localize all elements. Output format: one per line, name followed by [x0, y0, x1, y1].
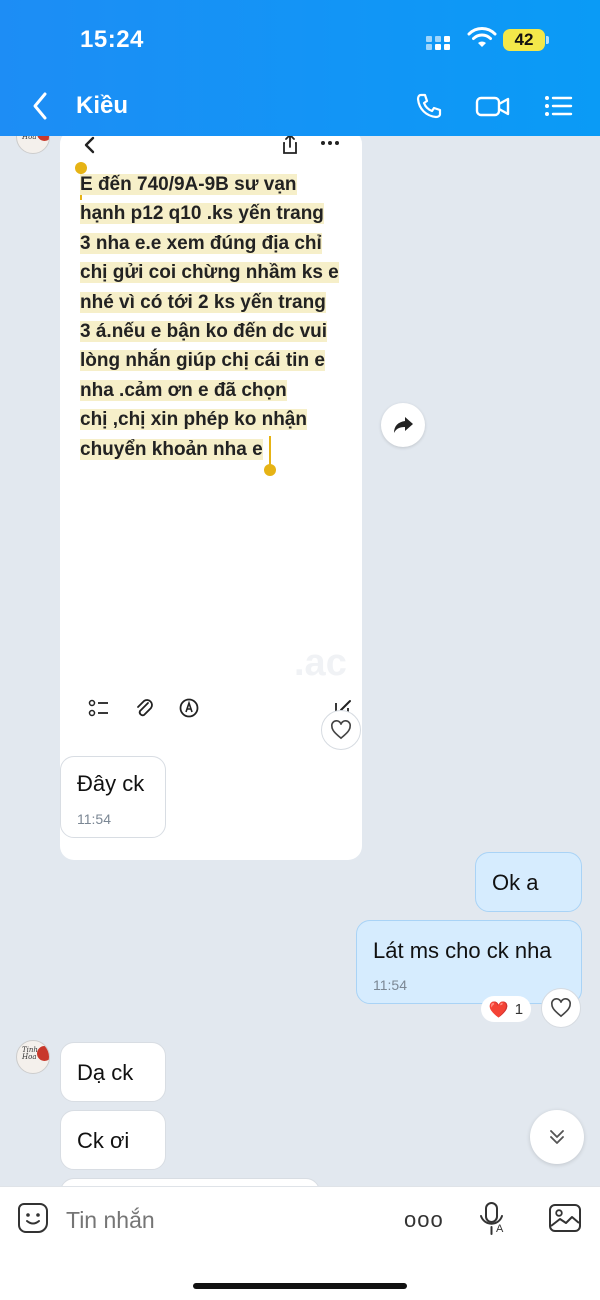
note-line: nha .cảm ơn e đã chọn — [80, 379, 287, 401]
heart-reaction-icon: ❤️ — [488, 999, 509, 1019]
message-time: 11:54 — [77, 811, 111, 827]
chat-title[interactable]: Kiều — [76, 92, 128, 120]
note-line: 3 á.nếu e bận ko đến dc vui — [80, 321, 328, 343]
contact-avatar[interactable]: TịnhHoa — [16, 136, 50, 154]
message-input-bar: ooo A — [0, 1186, 600, 1300]
selection-line-end — [269, 436, 271, 466]
double-chevron-down-icon — [550, 1130, 564, 1144]
battery-tip — [546, 36, 549, 44]
share-icon — [283, 136, 297, 154]
battery-indicator: 42 — [503, 29, 545, 51]
message-text: Lát ms cho ck nha — [373, 938, 552, 963]
note-line: chị gửi coi chừng nhầm ks e — [80, 262, 339, 284]
heart-outline-icon — [331, 720, 351, 740]
note-line: hạnh p12 q10 .ks yến trang — [80, 203, 324, 225]
scroll-to-bottom-button[interactable] — [530, 1110, 584, 1164]
markup-pen-icon — [179, 698, 199, 718]
wifi-icon — [467, 27, 497, 47]
message-bubble-incoming[interactable]: Ck ơi — [60, 1110, 166, 1170]
status-time: 15:24 — [80, 26, 144, 53]
svg-text:A: A — [496, 1223, 504, 1235]
note-line: nhé vì có tới 2 ks yến trang — [80, 291, 326, 313]
message-text: Ok a — [492, 870, 539, 895]
back-arrow-icon[interactable] — [28, 88, 52, 124]
video-call-icon[interactable] — [475, 90, 511, 122]
message-bubble-incoming[interactable]: Đây ck 11:54 — [60, 756, 166, 838]
checklist-icon — [88, 699, 108, 717]
more-dots-icon — [321, 141, 339, 145]
message-bubble-incoming-partial[interactable] — [60, 1178, 320, 1186]
chat-header: 15:24 42 Kiều — [0, 0, 600, 136]
cellular-signal-icon — [426, 32, 458, 50]
message-input[interactable] — [66, 1207, 366, 1234]
note-footer-toolbar — [88, 696, 354, 720]
voice-to-text-icon[interactable]: A — [478, 1201, 506, 1237]
phone-call-icon[interactable] — [413, 90, 445, 122]
note-line: chị ,chị xin phép ko nhận — [80, 409, 307, 431]
image-watermark: .ac — [294, 642, 347, 684]
home-indicator — [193, 1283, 407, 1289]
note-text: E đến 740/9A-9B sư vạn hạnh p12 q10 .ks … — [80, 170, 342, 464]
message-time: 11:54 — [373, 977, 407, 993]
image-gallery-icon[interactable] — [548, 1203, 582, 1233]
selection-handle-end — [264, 464, 276, 476]
message-text: Ck ơi — [77, 1128, 130, 1153]
forward-button[interactable] — [381, 403, 425, 447]
note-line: lòng nhắn giúp chị cái tin e — [80, 350, 325, 372]
contact-avatar[interactable]: TịnhHoa — [16, 1040, 50, 1074]
react-heart-button[interactable] — [541, 988, 581, 1028]
message-bubble-outgoing[interactable]: Ok a — [475, 852, 582, 912]
paperclip-icon — [137, 699, 153, 717]
reaction-count: 1 — [514, 1000, 524, 1018]
menu-list-icon[interactable] — [542, 90, 574, 122]
message-text: Dạ ck — [77, 1060, 134, 1085]
forward-arrow-icon — [394, 417, 413, 433]
react-heart-button[interactable] — [321, 710, 361, 750]
heart-outline-icon — [551, 998, 571, 1018]
reaction-badge[interactable]: ❤️ 1 — [481, 996, 531, 1022]
note-line: chuyển khoản nha e — [80, 438, 263, 460]
sticker-emoji-icon[interactable] — [16, 1201, 50, 1235]
message-text: Đây ck — [77, 771, 145, 796]
message-bubble-incoming[interactable]: Dạ ck — [60, 1042, 166, 1102]
chevron-left-icon — [84, 136, 95, 154]
note-line: 3 nha e.e xem đúng địa chỉ — [80, 232, 322, 254]
more-options-icon[interactable]: ooo — [404, 1207, 444, 1233]
chat-area[interactable]: TịnhHoa E đến 740/9A-9B sư vạn hạnh p12 … — [0, 136, 600, 1186]
note-line: E đến 740/9A-9B sư vạn — [80, 174, 297, 195]
image-toolbar — [60, 136, 362, 166]
shared-image-message[interactable]: E đến 740/9A-9B sư vạn hạnh p12 q10 .ks … — [60, 136, 362, 860]
